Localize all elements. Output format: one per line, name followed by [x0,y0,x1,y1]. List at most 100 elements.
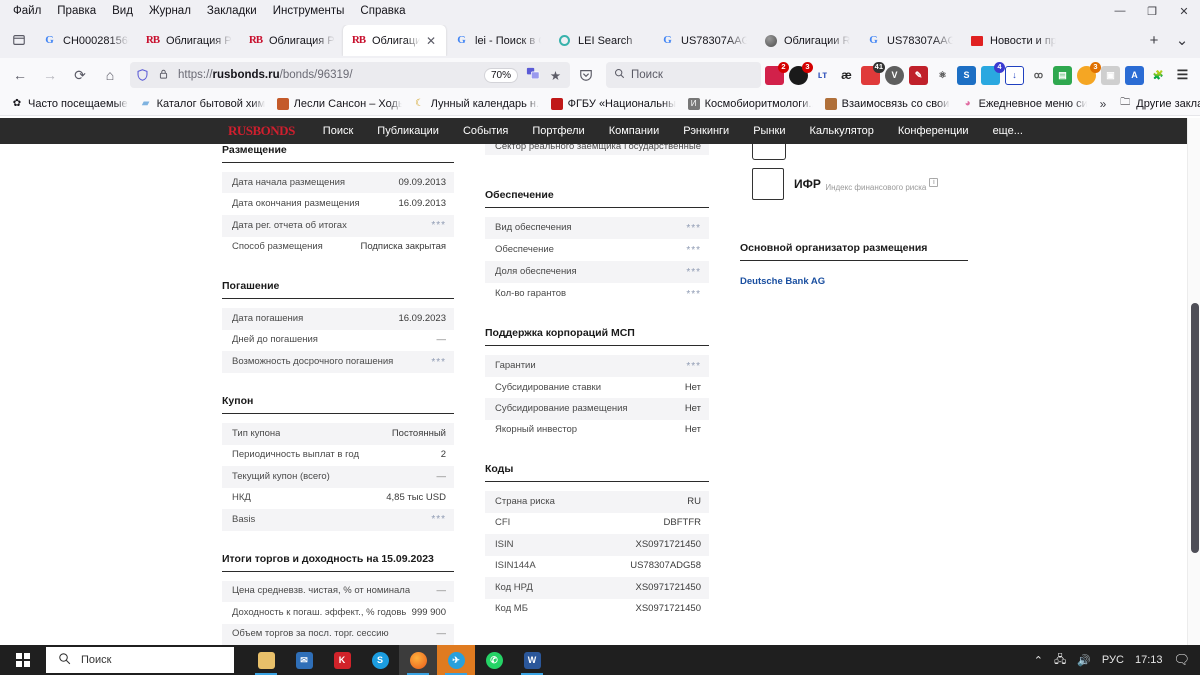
tab-obligaciya-ross-1[interactable]: RB Облигация Росс [137,25,240,56]
taskbar-app-skype[interactable]: S [361,645,399,675]
tab-us78307aag85-1[interactable]: G US78307AAG85 [652,25,755,56]
explorer-icon [257,651,275,669]
site-nav-konferencii[interactable]: Конференции [886,125,981,137]
clock[interactable]: 17:13 [1135,654,1163,666]
site-nav-rynki[interactable]: Рынки [741,125,797,137]
forward-button[interactable]: → [36,61,64,89]
bookmark-lesli-sanson[interactable]: Лесли Сансон – Ходь... [272,96,407,112]
site-nav-renkingi[interactable]: Рэнкинги [671,125,741,137]
back-button[interactable]: ← [6,61,34,89]
translate-icon[interactable] [524,67,541,83]
zoom-level-indicator[interactable]: 70% [483,67,518,83]
extension-icon-molecule[interactable]: ⚛ [933,66,952,85]
home-button[interactable]: ⌂ [96,61,124,89]
close-window-button[interactable]: ✕ [1168,0,1200,22]
extension-icon-lt[interactable]: ʟᴛ [813,66,832,85]
site-nav-portfeli[interactable]: Портфели [520,125,596,137]
list-all-tabs-icon[interactable] [4,25,34,55]
menu-item-tools[interactable]: Инструменты [266,3,352,19]
minimize-button[interactable]: — [1104,0,1136,22]
extension-icon-wand[interactable]: ✎ [909,65,928,85]
menu-item-file[interactable]: Файл [6,3,48,19]
table-row: Периодичность выплат в год 2 [222,445,454,466]
site-nav-kalkulyator[interactable]: Калькулятор [797,125,885,137]
menu-item-history[interactable]: Журнал [142,3,198,19]
bookmark-lunnyi-kalendar[interactable]: ☾ Лунный календарь н... [409,96,544,112]
taskbar-app-explorer[interactable] [247,645,285,675]
extension-icon-abp[interactable]: 2 [765,61,789,85]
pocket-save-icon[interactable] [572,61,600,89]
extension-icon-person[interactable]: ꝏ [1029,66,1048,85]
start-button[interactable] [0,645,46,675]
other-bookmarks-folder[interactable]: 🗀 Другие закладки [1114,96,1200,112]
taskbar-search-input[interactable]: Поиск [81,654,111,666]
extension-icon-orange[interactable]: 3 [1077,61,1101,85]
extension-icon-ae[interactable]: æ [837,66,856,85]
app-menu-icon[interactable]: ☰ [1173,66,1192,85]
extension-icon-puzzle[interactable]: 🧩 [1149,66,1168,85]
close-tab-icon[interactable]: ✕ [426,35,438,47]
bookmark-katalog[interactable]: ▰ Каталог бытовой хим... [135,96,270,112]
notification-icon[interactable]: 🗨 [1173,652,1190,668]
taskbar-search-box[interactable]: Поиск [46,647,234,673]
search-bar[interactable]: Поиск [606,62,761,88]
extension-icon-ghostery[interactable]: 3 [789,61,813,85]
rusbonds-logo[interactable]: RUSBONDS [228,123,295,139]
site-nav-poisk[interactable]: Поиск [311,125,365,137]
maximize-button[interactable]: ❐ [1136,0,1168,22]
info-icon[interactable]: i [929,178,939,187]
search-input[interactable]: Поиск [631,69,663,81]
extension-icon-v[interactable]: V [885,65,904,85]
taskbar-app-firefox[interactable] [399,645,437,675]
chevron-down-icon[interactable]: ⌄ [1168,26,1196,54]
site-nav-publikacii[interactable]: Публикации [365,125,451,137]
tab-obligacii-russ[interactable]: Облигации Russ [755,25,858,56]
bookmark-frequently-visited[interactable]: ✿ Часто посещаемые [6,96,133,112]
extension-icon-green[interactable]: ▤ [1053,65,1072,85]
site-nav-sobytiya[interactable]: События [451,125,520,137]
menu-item-help[interactable]: Справка [353,3,412,19]
extension-icon-translate2[interactable]: A [1125,65,1144,85]
extension-icon-flag[interactable]: 41 [861,61,885,85]
taskbar-app-word[interactable]: W [513,645,551,675]
bookmarks-overflow-icon[interactable]: » [1094,97,1113,111]
organizer-link[interactable]: Deutsche Bank AG [740,276,825,287]
tab-lei-search[interactable]: LEI Search [549,25,652,56]
bookmark-fgbu[interactable]: ФГБУ «Национальны... [546,96,681,112]
menu-item-bookmarks[interactable]: Закладки [200,3,264,19]
extension-icon-blue[interactable]: 4 [981,61,1005,85]
page-scrollbar[interactable] [1187,118,1200,645]
tab-novosti-i-press[interactable]: Новости и пресс [961,25,1064,56]
network-icon[interactable]: 🖧 [1054,651,1066,670]
extension-badge: 3 [1090,61,1101,73]
tab-obligaciya-ross-2[interactable]: RB Облигация Росс [240,25,343,56]
table-row: Вид обеспечения *** [485,217,709,239]
reload-button[interactable]: ⟳ [66,61,94,89]
site-nav-kompanii[interactable]: Компании [597,125,672,137]
taskbar-app-whatsapp[interactable]: ✆ [475,645,513,675]
scrollbar-thumb[interactable] [1191,303,1199,553]
taskbar-app-telegram[interactable]: ✈ [437,645,475,675]
tab-obligaciya-ro-active[interactable]: RB Облигация Ро ✕ [343,25,446,56]
tab-lei-poisk[interactable]: G lei - Поиск в Goo [446,25,549,56]
address-bar[interactable]: https://rusbonds.ru/bonds/96319/ 70% ★ [130,62,570,88]
bookmark-ezhednevnoe-menyu[interactable]: ◕ Ежедневное меню си... [957,96,1092,112]
taskbar-app-kaspersky[interactable]: K [323,645,361,675]
extension-icon-download[interactable]: ↓ [1005,65,1024,85]
tab-us78307aag85-2[interactable]: G US78307AAG85 [858,25,961,56]
extension-icon-grey[interactable]: ▣ [1101,65,1120,85]
site-nav-more[interactable]: еще... [981,125,1035,137]
menu-item-view[interactable]: Вид [105,3,140,19]
bookmark-vzaimosvyaz[interactable]: Взаимосвязь со свои... [820,96,955,112]
menu-item-edit[interactable]: Правка [50,3,103,19]
bookmark-star-icon[interactable]: ★ [547,68,564,83]
extension-icon-s[interactable]: S [957,65,976,85]
volume-icon[interactable]: 🔊 [1077,654,1091,667]
bookmark-icon: ▰ [141,98,150,109]
tab-ch0002815600[interactable]: G CH0002815600 С [34,25,137,56]
new-tab-button[interactable]: + [1140,26,1168,54]
chevron-up-icon[interactable]: ⌃ [1034,654,1043,667]
language-indicator[interactable]: РУС [1102,654,1124,666]
taskbar-app-mail[interactable]: ✉ [285,645,323,675]
bookmark-kosmobioritmologia[interactable]: И Космобиоритмологи... [683,96,818,112]
